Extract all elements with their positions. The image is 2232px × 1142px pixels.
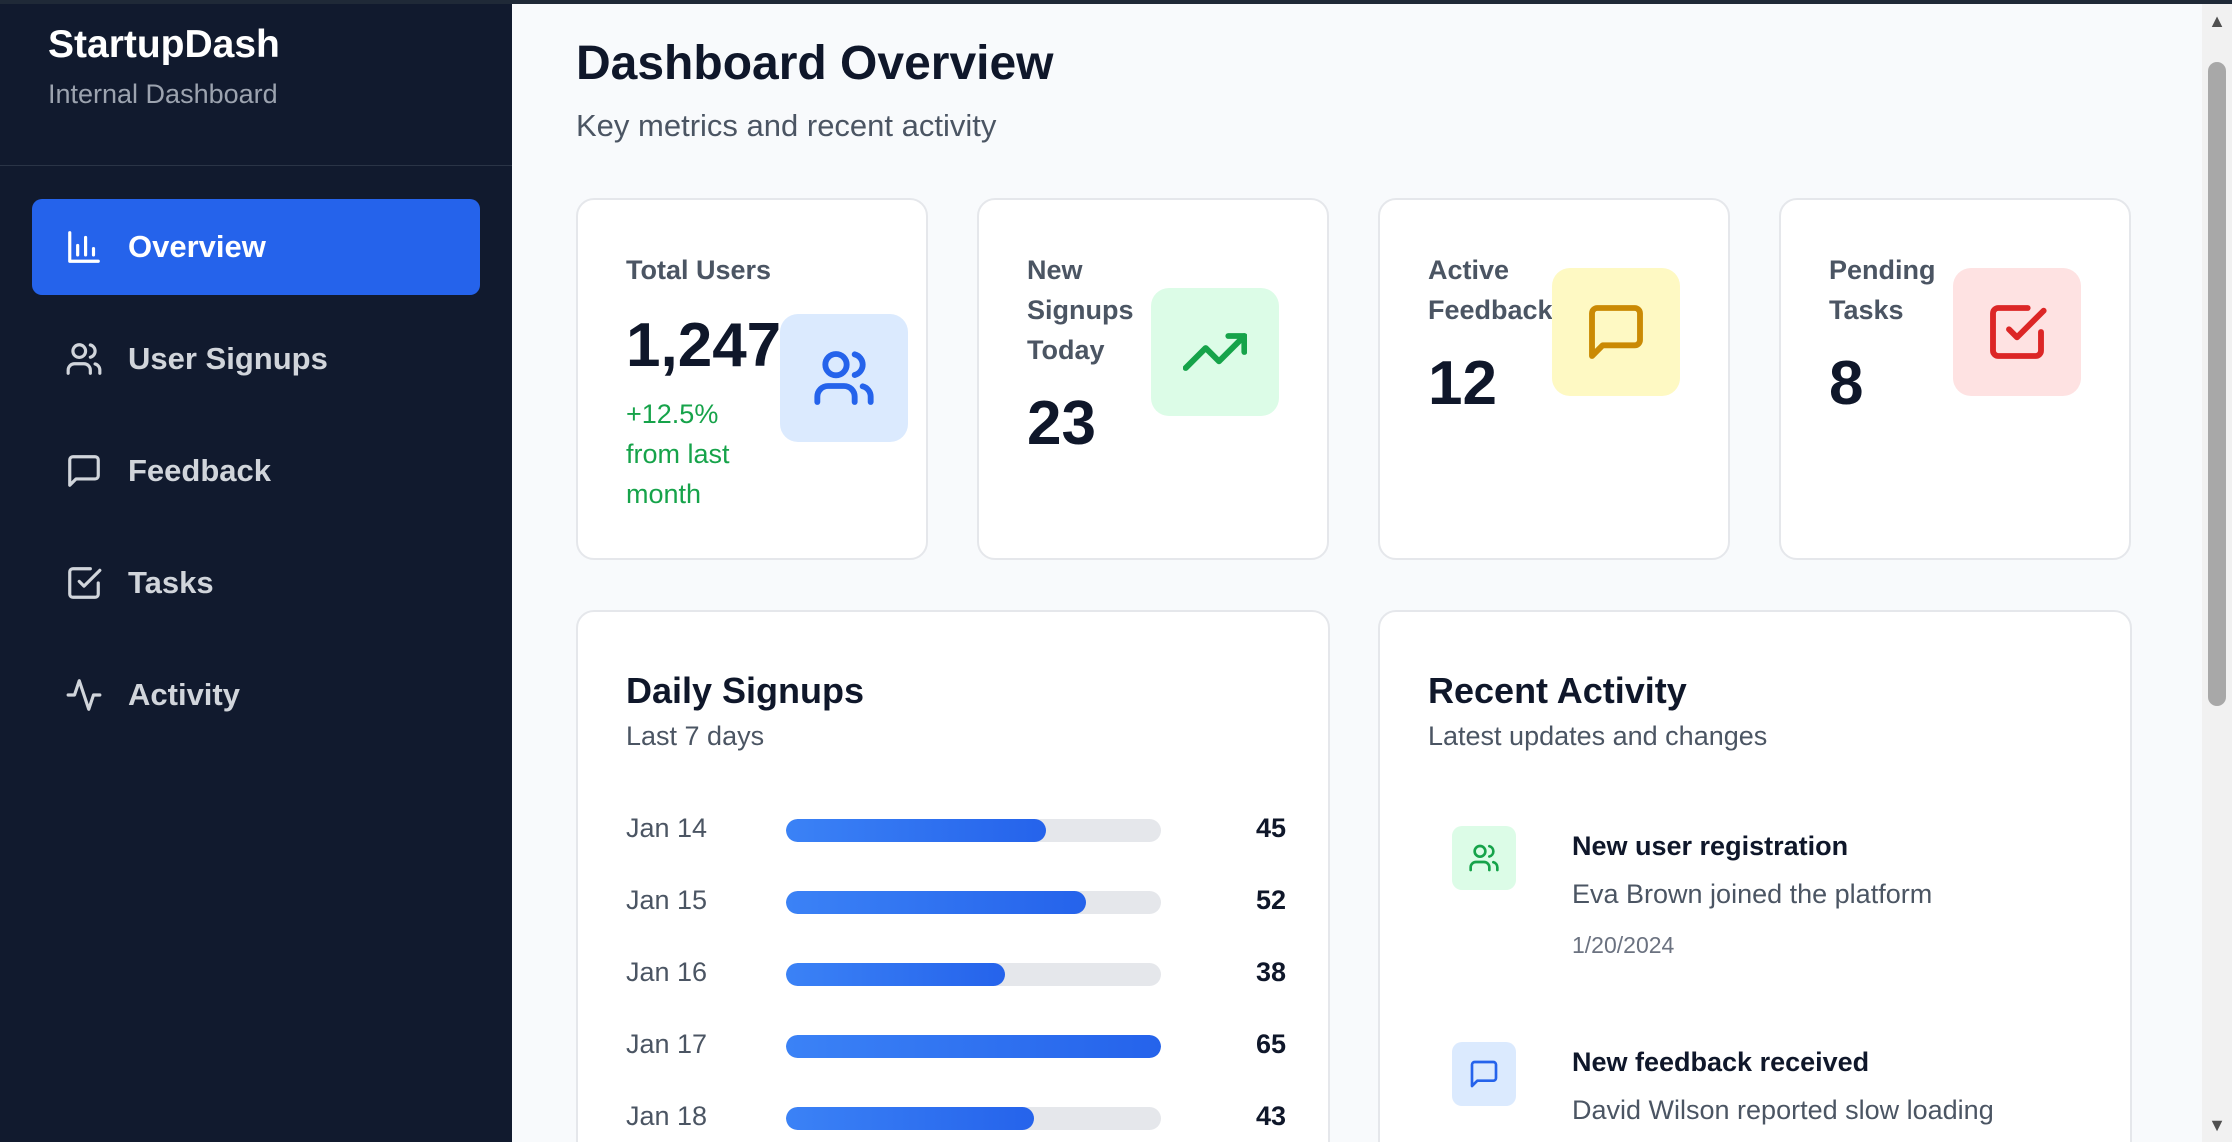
panel-subtitle: Last 7 days xyxy=(626,721,765,751)
bar-fill xyxy=(786,891,1086,914)
page-title: Dashboard Overview xyxy=(576,37,1054,90)
activity-title: New feedback received xyxy=(1572,1047,1870,1077)
recent-activity-panel: Recent Activity Latest updates and chang… xyxy=(1378,610,2132,1142)
message-square-icon xyxy=(1452,1042,1516,1106)
bar-track xyxy=(786,1035,1161,1058)
stat-card-pending-tasks: Pending Tasks 8 xyxy=(1779,198,2131,560)
bar-fill xyxy=(786,819,1046,842)
bar-track xyxy=(786,819,1161,842)
bar-track xyxy=(786,1107,1161,1130)
bar-value: 52 xyxy=(1255,885,1286,915)
daily-signups-panel: Daily Signups Last 7 days Jan 14 45 Jan 15… xyxy=(576,610,1330,1142)
message-square-icon xyxy=(1552,268,1680,396)
panel-title: Daily Signups xyxy=(626,670,865,711)
users-icon xyxy=(1452,826,1516,890)
sidebar-item-user-signups[interactable]: User Signups xyxy=(32,311,480,407)
bar-date: Jan 14 xyxy=(626,813,708,843)
stat-value: 1,247 xyxy=(626,311,782,380)
bar-chart-icon xyxy=(64,227,104,267)
activity-item[interactable]: New user registration Eva Brown joined t… xyxy=(1452,826,2072,986)
scrollbar-thumb[interactable] xyxy=(2208,62,2226,706)
signup-bar-row: Jan 14 45 xyxy=(626,808,1286,848)
stat-card-total-users: Total Users 1,247 +12.5% from last month xyxy=(576,198,928,560)
bar-fill xyxy=(786,1035,1161,1058)
brand-subtitle: Internal Dashboard xyxy=(48,79,278,109)
brand-title: StartupDash xyxy=(48,23,280,66)
activity-icon xyxy=(64,675,104,715)
signup-bar-row: Jan 18 43 xyxy=(626,1096,1286,1136)
activity-time: 1/20/2024 xyxy=(1572,932,1675,958)
stat-label: New Signups Today xyxy=(1027,255,1134,365)
scroll-down-arrow-icon[interactable]: ▼ xyxy=(2202,1110,2232,1140)
stat-card-active-feedback: Active Feedback 12 xyxy=(1378,198,1730,560)
signup-bar-row: Jan 17 65 xyxy=(626,1024,1286,1064)
activity-description: David Wilson reported slow loading xyxy=(1572,1095,1994,1125)
sidebar-item-label: Tasks xyxy=(128,565,214,600)
sidebar-item-label: Overview xyxy=(128,229,266,264)
check-square-icon xyxy=(1953,268,2081,396)
page-subtitle: Key metrics and recent activity xyxy=(576,108,997,143)
sidebar-item-overview[interactable]: Overview xyxy=(32,199,480,295)
sidebar-item-label: Activity xyxy=(128,677,240,712)
sidebar-item-label: User Signups xyxy=(128,341,328,376)
bar-track xyxy=(786,891,1161,914)
bar-fill xyxy=(786,1107,1035,1130)
bar-date: Jan 17 xyxy=(626,1029,708,1059)
bar-track xyxy=(786,963,1161,986)
bar-value: 43 xyxy=(1255,1101,1286,1131)
stat-value: 23 xyxy=(1027,389,1096,458)
message-square-icon xyxy=(64,451,104,491)
brand: StartupDash Internal Dashboard xyxy=(0,0,512,166)
bar-value: 65 xyxy=(1255,1029,1286,1059)
sidebar-item-feedback[interactable]: Feedback xyxy=(32,423,480,519)
stat-label: Pending Tasks xyxy=(1829,255,1936,325)
activity-title: New user registration xyxy=(1572,831,1849,861)
activity-description: Eva Brown joined the platform xyxy=(1572,879,1933,909)
bar-date: Jan 16 xyxy=(626,957,708,987)
check-square-icon xyxy=(64,563,104,603)
sidebar-item-tasks[interactable]: Tasks xyxy=(32,535,480,631)
signup-bar-row: Jan 16 38 xyxy=(626,952,1286,992)
sidebar: StartupDash Internal Dashboard Overview … xyxy=(0,0,512,1142)
scroll-up-arrow-icon[interactable]: ▲ xyxy=(2202,6,2232,36)
page-scrollbar[interactable]: ▲ ▼ xyxy=(2202,0,2232,1142)
stat-value: 8 xyxy=(1829,349,1864,418)
stat-value: 12 xyxy=(1428,349,1497,418)
stat-label: Total Users xyxy=(626,255,772,285)
bar-value: 45 xyxy=(1255,813,1286,843)
users-icon xyxy=(780,314,908,442)
sidebar-nav: Overview User Signups Feedback Tasks Act… xyxy=(0,166,512,743)
stat-change: +12.5% from last month xyxy=(626,399,730,509)
panel-subtitle: Latest updates and changes xyxy=(1428,721,1768,751)
sidebar-item-label: Feedback xyxy=(128,453,272,488)
trending-up-icon xyxy=(1151,288,1279,416)
bar-date: Jan 18 xyxy=(626,1101,708,1131)
panel-title: Recent Activity xyxy=(1428,670,1687,711)
sidebar-item-activity[interactable]: Activity xyxy=(32,647,480,743)
bar-fill xyxy=(786,963,1006,986)
activity-item[interactable]: New feedback received David Wilson repor… xyxy=(1452,1042,2072,1142)
main-content: Dashboard Overview Key metrics and recen… xyxy=(512,0,2202,1142)
stat-card-new-signups: New Signups Today 23 xyxy=(977,198,1329,560)
users-icon xyxy=(64,339,104,379)
bar-value: 38 xyxy=(1255,957,1286,987)
window-top-border xyxy=(0,0,2232,4)
signup-bar-row: Jan 15 52 xyxy=(626,880,1286,920)
bar-date: Jan 15 xyxy=(626,885,708,915)
